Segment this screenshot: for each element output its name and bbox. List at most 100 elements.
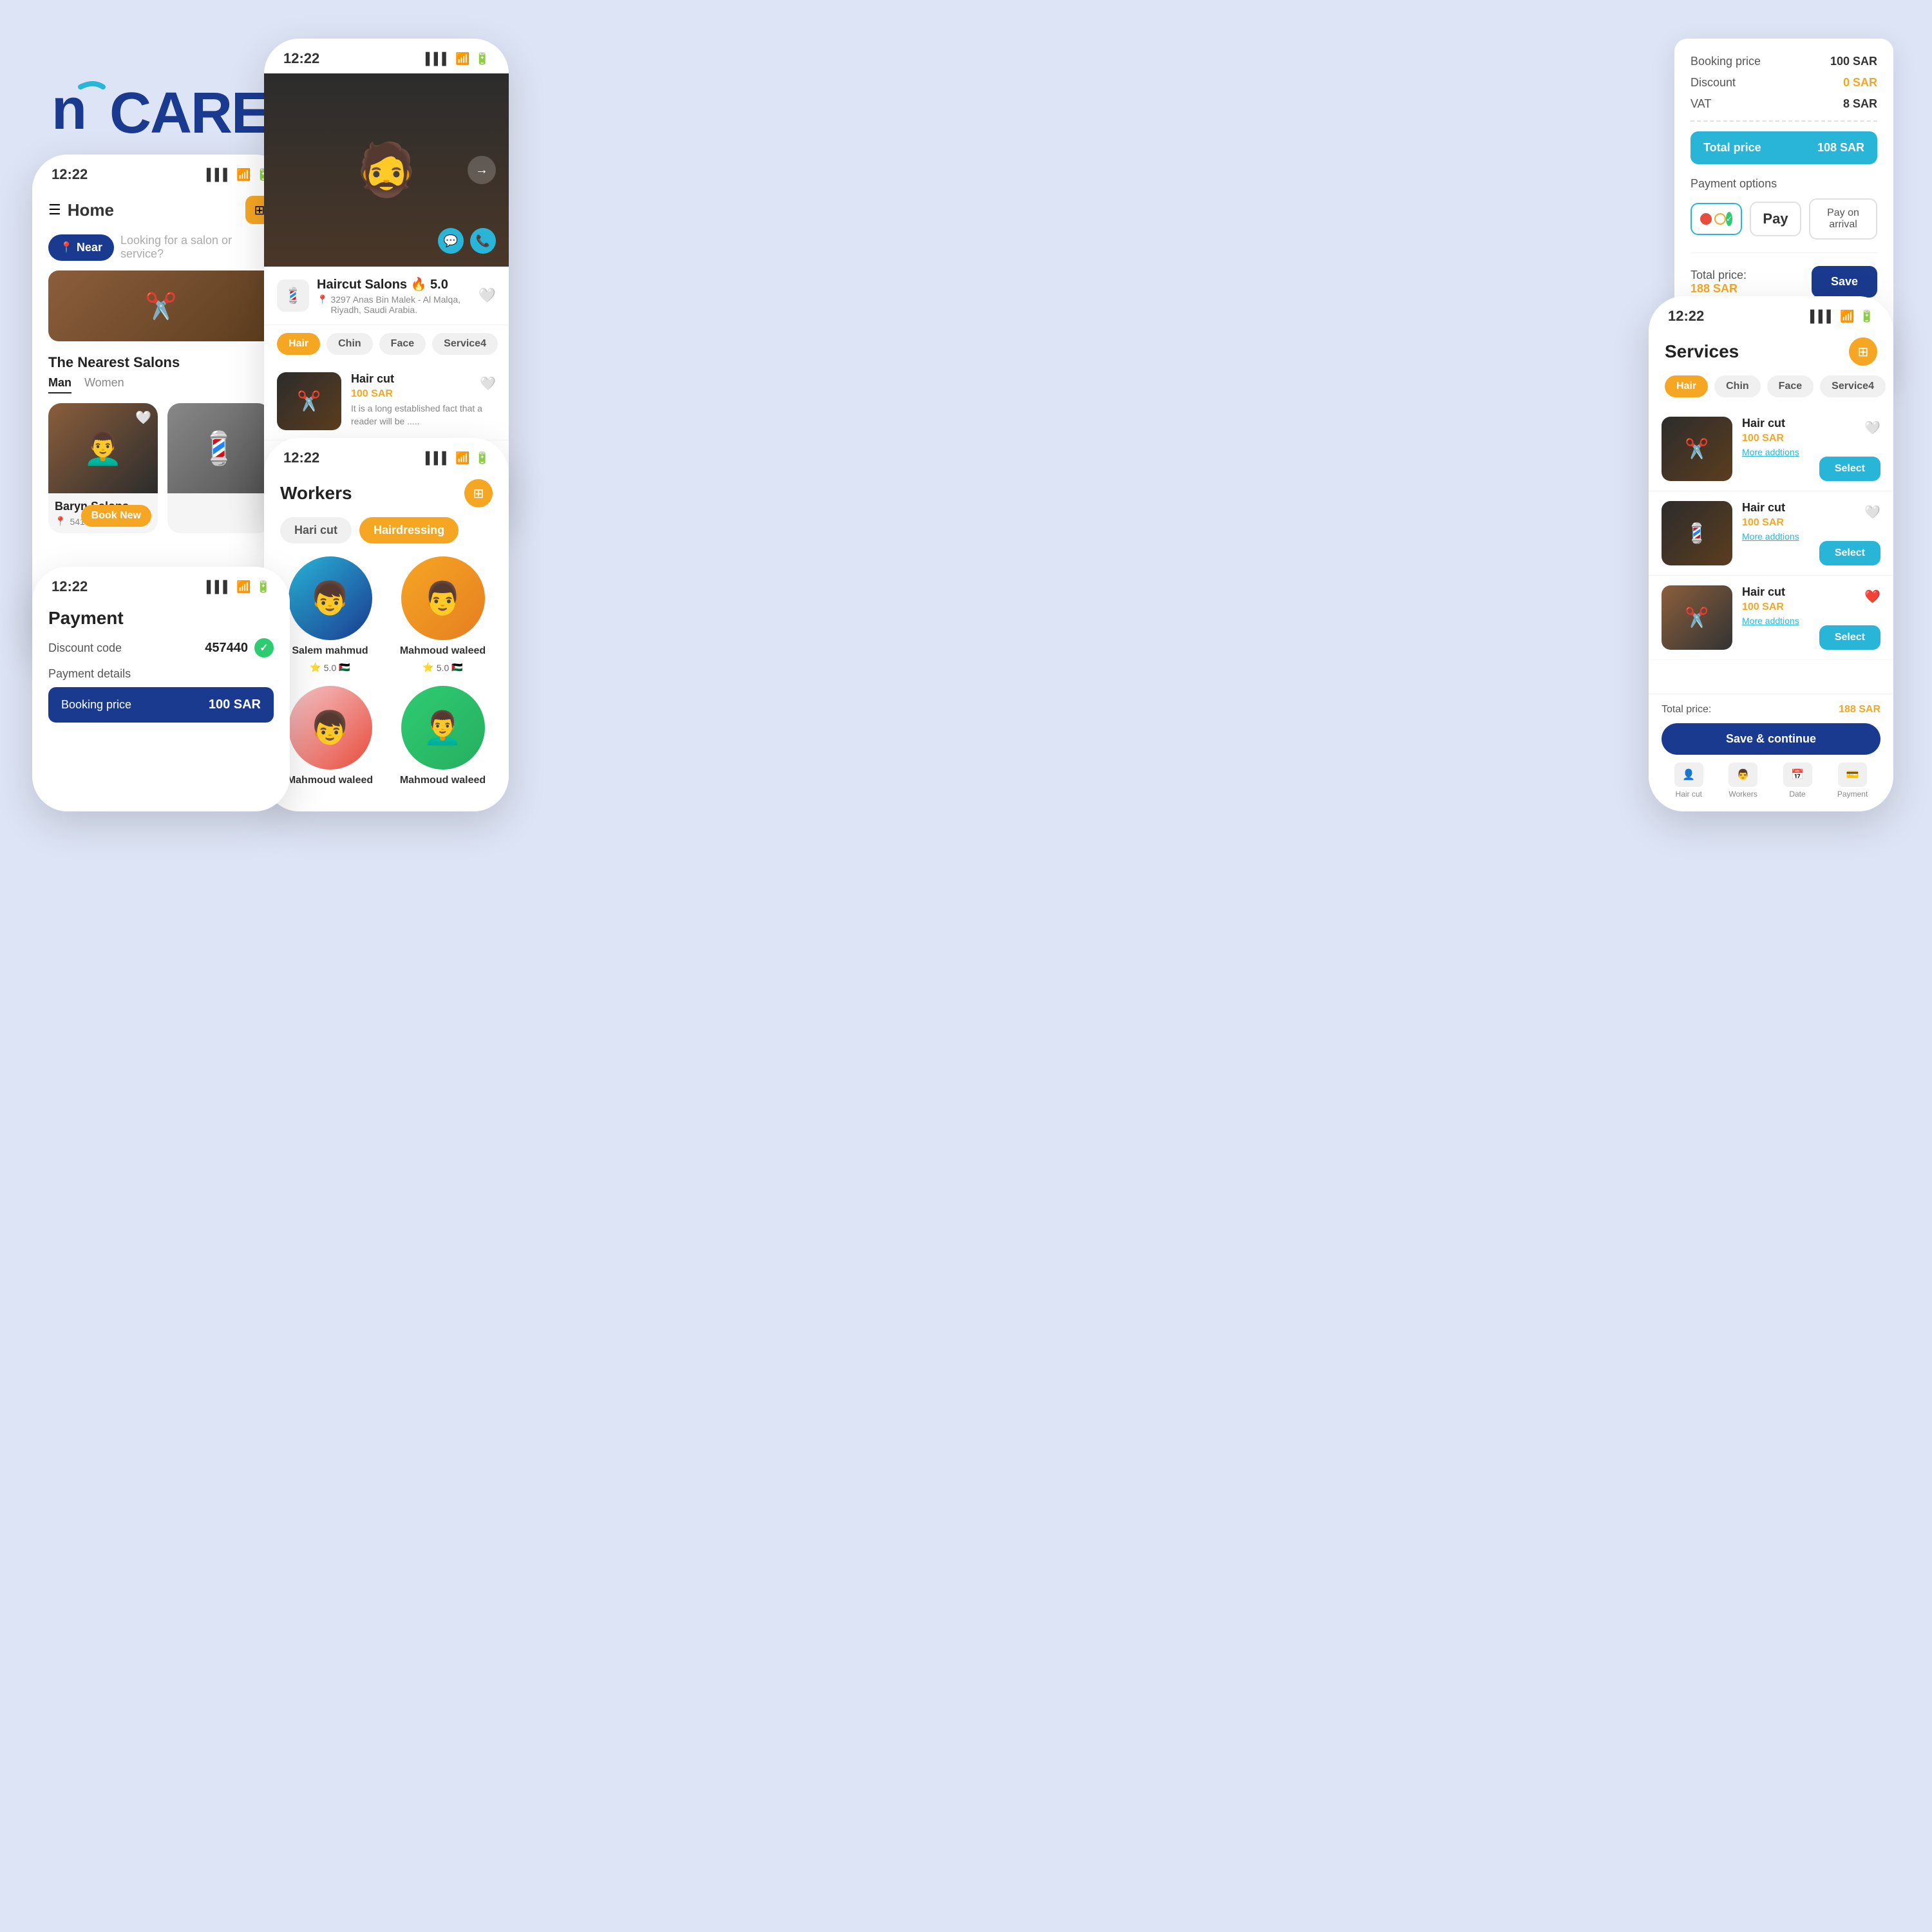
tab-chin[interactable]: Chin	[327, 333, 373, 355]
worker-card-4[interactable]: 👨‍🦱 Mahmoud waleed	[393, 686, 493, 786]
tab-face[interactable]: Face	[379, 333, 426, 355]
services-tab-face[interactable]: Face	[1767, 375, 1814, 397]
workers-title: Workers	[280, 483, 352, 504]
salon-card-2-image: 💈	[167, 403, 270, 493]
workers-filter-button[interactable]: ⊞	[464, 479, 493, 507]
services-filter-button[interactable]: ⊞	[1849, 337, 1877, 366]
bp-vat-row: VAT 8 SAR	[1690, 97, 1877, 111]
sc-2-select-button[interactable]: Select	[1819, 541, 1880, 565]
salon-info-bar: 💈 Haircut Salons 🔥 5.0 📍 3297 Anas Bin M…	[264, 267, 509, 325]
service-card-1: ✂️ Hair cut 100 SAR More addtions 🤍 Sele…	[1649, 407, 1893, 491]
salon-heart-icon[interactable]: 🤍	[135, 410, 151, 426]
services-tab-hair[interactable]: Hair	[1665, 375, 1708, 397]
services-tab-service4[interactable]: Service4	[1820, 375, 1886, 397]
salon-image-icon: 👨‍🦱	[83, 430, 123, 468]
sc-3-select-button[interactable]: Select	[1819, 625, 1880, 650]
worker-1-name: Salem mahmud	[292, 645, 368, 657]
discount-row: Discount code 457440 ✓	[32, 638, 290, 667]
worker-1-rating: ⭐ 5.0 🇵🇸	[310, 662, 350, 673]
gender-tabs: Man Women	[32, 376, 290, 403]
service-card-3: ✂️ Hair cut 100 SAR More addtions ❤️ Sel…	[1649, 576, 1893, 660]
payment-title: Payment	[32, 601, 290, 638]
wifi-icon-2: 📶	[455, 52, 469, 66]
salon-info-text: Haircut Salons 🔥 5.0 📍 3297 Anas Bin Mal…	[317, 276, 471, 315]
detail-status-icons: ▌▌▌ 📶 🔋	[426, 52, 489, 66]
worker-3-name: Mahmoud waleed	[287, 775, 373, 786]
sc-2-image: 💈	[1662, 501, 1732, 565]
worker-card-2[interactable]: 👨 Mahmoud waleed ⭐ 5.0 🇵🇸	[393, 556, 493, 673]
search-placeholder: Looking for a salon or service?	[120, 234, 274, 261]
payment-status-icons: ▌▌▌ 📶 🔋	[207, 580, 270, 594]
hero-next-button[interactable]: →	[468, 156, 496, 184]
discount-check-icon: ✓	[254, 638, 274, 658]
services-tab-chin[interactable]: Chin	[1714, 375, 1761, 397]
message-button[interactable]: 💬	[438, 228, 464, 254]
pay-on-arrival-label: Pay on arrival	[1820, 207, 1866, 231]
sf-services-label: Hair cut	[1676, 790, 1702, 799]
sf-workers-icon: 👨	[1728, 762, 1757, 787]
wifi-icon-5: 📶	[1840, 310, 1854, 323]
orange-circle-icon	[1714, 213, 1726, 225]
pay-option-apple[interactable]: Pay	[1750, 202, 1801, 236]
sf-step-services[interactable]: 👤 Hair cut	[1674, 762, 1703, 799]
star-icon-w1: ⭐	[310, 662, 321, 673]
tab-haircut[interactable]: Hari cut	[280, 517, 352, 544]
logo-n-icon: n	[52, 77, 116, 149]
services-header: Services ⊞	[1649, 331, 1893, 375]
sc-1-more[interactable]: More addtions	[1742, 447, 1880, 457]
book-new-button[interactable]: Book New	[81, 505, 151, 527]
worker-card-3[interactable]: 👦 Mahmoud waleed	[280, 686, 380, 786]
service-1-image: ✂️	[277, 372, 341, 430]
signal-icon-2: ▌▌▌	[426, 52, 450, 66]
sf-save-continue-button[interactable]: Save & continue	[1662, 723, 1880, 755]
logo-care-text: CARE	[109, 80, 269, 147]
bp-footer-total-label: Total price:	[1690, 269, 1747, 282]
battery-icon-2: 🔋	[475, 52, 489, 66]
services-status-bar: 12:22 ▌▌▌ 📶 🔋	[1649, 296, 1893, 331]
signal-icon-4: ▌▌▌	[207, 580, 231, 594]
worker-card-1[interactable]: 👦 Salem mahmud ⭐ 5.0 🇵🇸	[280, 556, 380, 673]
bp-payment-options-label: Payment options	[1690, 177, 1877, 191]
payment-details-label: Payment details	[32, 667, 290, 687]
addr-pin-icon: 📍	[317, 294, 328, 305]
home-menu[interactable]: ☰ Home	[48, 200, 114, 220]
tab-hair[interactable]: Hair	[277, 333, 320, 355]
salon2-image-icon: 💈	[199, 430, 239, 468]
sc-2-more[interactable]: More addtions	[1742, 531, 1880, 542]
hamburger-icon[interactable]: ☰	[48, 202, 61, 218]
wifi-icon-3: 📶	[455, 451, 469, 465]
tab-women[interactable]: Women	[84, 376, 124, 393]
sf-payment-icon: 💳	[1838, 762, 1867, 787]
salon-detail-name: Haircut Salons 🔥 5.0	[317, 276, 471, 292]
near-button[interactable]: Near	[48, 234, 114, 261]
apple-pay-label: Pay	[1763, 211, 1788, 227]
sc-2-heart-icon[interactable]: 🤍	[1864, 504, 1880, 520]
sc-3-more[interactable]: More addtions	[1742, 616, 1880, 626]
salon-card-1[interactable]: 👨‍🦱 🤍 Baryn Salons 📍 541 Km ⭐ 5.0 Book N…	[48, 403, 158, 533]
sc-1-heart-icon[interactable]: 🤍	[1864, 420, 1880, 436]
sc-3-info: Hair cut 100 SAR More addtions	[1742, 585, 1880, 626]
workers-header: Workers ⊞	[264, 473, 509, 517]
tab-service4[interactable]: Service4	[432, 333, 498, 355]
sc-3-heart-icon[interactable]: ❤️	[1864, 589, 1880, 605]
near-label: Near	[77, 241, 102, 254]
bp-footer: Total price: 188 SAR Save	[1690, 252, 1877, 298]
battery-icon-5: 🔋	[1860, 310, 1874, 323]
home-title: Home	[68, 200, 114, 220]
salon-favorite-icon[interactable]: 🤍	[478, 287, 496, 304]
sf-step-date[interactable]: 📅 Date	[1783, 762, 1812, 799]
sf-step-payment[interactable]: 💳 Payment	[1837, 762, 1868, 799]
service-1-heart-icon[interactable]: 🤍	[480, 375, 496, 392]
home-search-bar: Near Looking for a salon or service?	[48, 234, 274, 261]
salon-card-2[interactable]: 💈	[167, 403, 270, 533]
pay-option-arrival[interactable]: Pay on arrival	[1809, 198, 1877, 240]
discount-code-label: Discount code	[48, 641, 122, 655]
sf-step-workers[interactable]: 👨 Workers	[1728, 762, 1757, 799]
bp-save-button[interactable]: Save	[1812, 266, 1877, 298]
tab-man[interactable]: Man	[48, 376, 71, 393]
call-button[interactable]: 📞	[470, 228, 496, 254]
sc-3-price: 100 SAR	[1742, 601, 1880, 613]
pay-option-card[interactable]: ✓	[1690, 203, 1742, 235]
tab-hairdressing[interactable]: Hairdressing	[359, 517, 459, 544]
sc-1-select-button[interactable]: Select	[1819, 457, 1880, 481]
